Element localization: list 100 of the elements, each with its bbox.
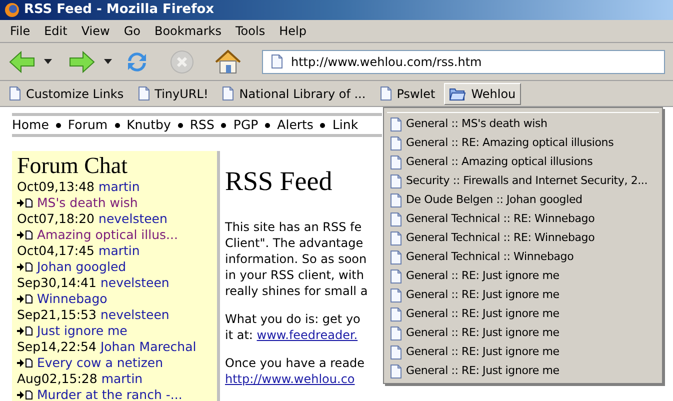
page-icon	[390, 231, 402, 246]
menu-item[interactable]: General :: RE: Just ignore me	[385, 305, 661, 324]
page-heading: RSS Feed	[225, 165, 334, 197]
user-link[interactable]: martin	[101, 371, 143, 387]
menu-item[interactable]: General Technical :: Winnebago	[385, 248, 661, 267]
menu-item[interactable]: General :: Amazing optical illusions	[385, 153, 661, 172]
arrow-page-icon	[17, 390, 33, 400]
user-link[interactable]: martin	[98, 179, 140, 195]
page-icon	[390, 250, 402, 265]
topic-link[interactable]: MS's death wish	[37, 195, 138, 211]
menu-item[interactable]: Edit	[38, 22, 74, 40]
page-icon	[380, 86, 392, 101]
user-link[interactable]: martin	[98, 243, 140, 259]
bookmark-item[interactable]: Customize Links	[4, 82, 129, 104]
menu-item[interactable]: View	[75, 22, 116, 40]
body-text: What you do is: get yo	[225, 311, 360, 327]
folder-icon	[449, 86, 466, 100]
arrow-page-icon	[17, 326, 33, 336]
body-text: in your RSS client, with	[225, 267, 364, 283]
post-time: Aug02,15:28	[17, 371, 98, 387]
menu-item[interactable]: Go	[118, 22, 146, 40]
forward-arrow-icon	[68, 50, 96, 74]
menu-item[interactable]: General :: RE: Just ignore me	[385, 324, 661, 343]
user-link[interactable]: nevelsteen	[100, 307, 170, 323]
topic-link[interactable]: Winnebago	[37, 291, 108, 307]
nav-link[interactable]: Link	[332, 116, 358, 134]
bookmark-item[interactable]: Wehlou	[444, 82, 521, 104]
caret-icon	[44, 59, 52, 64]
page-icon	[390, 326, 402, 341]
page-icon	[390, 174, 402, 189]
page-icon	[390, 117, 402, 132]
arrow-page-icon	[17, 294, 33, 304]
user-link[interactable]: nevelsteen	[98, 211, 168, 227]
menu-item[interactable]: Bookmarks	[148, 22, 228, 40]
bullet-icon	[221, 122, 226, 128]
bullet-icon	[178, 122, 183, 128]
nav-link[interactable]: RSS	[190, 116, 214, 134]
bullet-icon	[265, 122, 270, 128]
caret-icon	[104, 59, 112, 64]
page-icon	[271, 54, 283, 69]
bookmark-item[interactable]: National Library of ...	[217, 82, 371, 104]
user-link[interactable]: nevelsteen	[100, 275, 170, 291]
menu-item[interactable]: Security :: Firewalls and Internet Security, 2...	[385, 172, 661, 191]
topic-link[interactable]: Johan googled	[37, 259, 126, 275]
menu-item[interactable]: General :: MS's death wish	[385, 115, 661, 134]
page-icon	[390, 136, 402, 151]
home-icon	[214, 48, 242, 74]
menu-item[interactable]: File	[4, 22, 36, 40]
page-icon	[390, 307, 402, 322]
nav-link[interactable]: Forum	[68, 116, 108, 134]
page-icon	[390, 345, 402, 360]
nav-link[interactable]: Alerts	[277, 116, 314, 134]
nav-link[interactable]: Knutby	[126, 116, 171, 134]
text-link[interactable]: www.feedreader.	[256, 327, 358, 343]
address-field[interactable]: http://www.wehlou.com/rss.htm	[262, 50, 665, 74]
menu-item[interactable]: Help	[273, 22, 312, 40]
page-icon	[390, 288, 402, 303]
page-icon	[390, 269, 402, 284]
arrow-page-icon	[17, 262, 33, 272]
page-icon	[9, 86, 21, 101]
post-time: Oct07,18:20	[17, 211, 95, 227]
topic-link[interactable]: Just ignore me	[37, 323, 128, 339]
sidebar-title: Forum Chat	[17, 153, 129, 179]
back-arrow-icon	[8, 50, 36, 74]
bullet-icon	[114, 122, 120, 128]
window-title: RSS Feed - Mozilla Firefox	[24, 1, 214, 20]
menu-item[interactable]: General :: RE: Just ignore me	[385, 362, 661, 381]
body-text: This site has an RSS fe	[225, 219, 362, 235]
menu-item[interactable]: General Technical :: RE: Winnebago	[385, 210, 661, 229]
nav-link[interactable]: PGP	[233, 116, 258, 134]
menu-item[interactable]: General :: RE: Just ignore me	[385, 267, 661, 286]
text-link[interactable]: http://www.wehlou.co	[225, 371, 355, 387]
arrow-page-icon	[17, 198, 33, 208]
topic-link[interactable]: Amazing optical illus...	[37, 227, 178, 243]
page-icon	[390, 155, 402, 170]
body-text: Client". The advantage	[225, 235, 364, 251]
topic-link[interactable]: Every cow a netizen	[37, 355, 164, 371]
menu-item[interactable]: General Technical :: RE: Winnebago	[385, 229, 661, 248]
user-link[interactable]: Johan Marechal	[100, 339, 196, 355]
arrow-page-icon	[17, 230, 33, 240]
bookmark-item[interactable]: Pswlet	[374, 82, 440, 104]
menu-item[interactable]: General :: RE: Amazing optical illusions	[385, 134, 661, 153]
menu-item[interactable]: General :: RE: Just ignore me	[385, 286, 661, 305]
page-icon	[390, 193, 402, 208]
menu-item[interactable]: General :: RE: Just ignore me	[385, 343, 661, 362]
nav-link[interactable]: Home	[12, 116, 49, 134]
bullet-icon	[320, 122, 326, 128]
bookmark-item[interactable]: TinyURL!	[132, 82, 214, 104]
post-time: Sep21,15:53	[17, 307, 96, 323]
post-time: Sep14,22:54	[17, 339, 96, 355]
body-text: really shines for small a	[225, 283, 368, 299]
body-text: information. So as soon	[225, 251, 367, 267]
topic-link[interactable]: Murder at the ranch -...	[37, 387, 182, 401]
menu-item[interactable]: De Oude Belgen :: Johan googled	[385, 191, 661, 210]
arrow-page-icon	[17, 358, 33, 368]
menu-item[interactable]: Tools	[230, 22, 272, 40]
app-icon	[4, 2, 20, 18]
body-text: it at:	[225, 327, 254, 343]
page-icon	[222, 86, 234, 101]
bullet-icon	[56, 122, 61, 128]
